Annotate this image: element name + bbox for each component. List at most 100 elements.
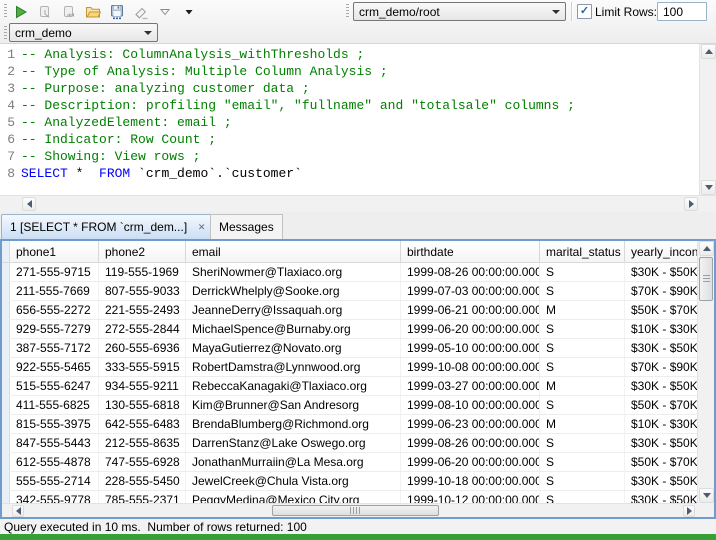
- clear-editor-icon[interactable]: [132, 3, 150, 21]
- column-header[interactable]: phone2: [99, 241, 186, 262]
- scroll-down-icon[interactable]: [699, 488, 714, 503]
- table-row[interactable]: 411-555-6825130-555-6818Kim@Brunner@San …: [2, 396, 697, 415]
- table-row[interactable]: 656-555-2272221-555-2493JeanneDerry@Issa…: [2, 301, 697, 320]
- column-header[interactable]: marital_status: [540, 241, 625, 262]
- code-text: -- AnalyzedElement: email ;: [21, 114, 232, 131]
- table-cell: Kim@Brunner@San Andresorg: [186, 396, 401, 414]
- table-cell: 411-555-6825: [10, 396, 99, 414]
- row-header: [2, 453, 10, 471]
- table-cell: $30K - $50K: [625, 434, 697, 452]
- run-step-icon[interactable]: [60, 3, 78, 21]
- table-row[interactable]: 929-555-7279272-555-2844MichaelSpence@Bu…: [2, 320, 697, 339]
- table-row[interactable]: 271-555-9715119-555-1969SheriNowmer@Tlax…: [2, 263, 697, 282]
- table-cell: 929-555-7279: [10, 320, 99, 338]
- table-cell: 1999-03-27 00:00:00.000: [401, 377, 540, 395]
- table-cell: 333-555-5915: [99, 358, 186, 376]
- run-query-icon[interactable]: [12, 3, 30, 21]
- table-cell: 1999-10-08 00:00:00.000: [401, 358, 540, 376]
- toolbar-grip[interactable]: [4, 26, 7, 41]
- table-cell: 272-555-2844: [99, 320, 186, 338]
- table-row[interactable]: 515-555-6247934-555-9211RebeccaKanagaki@…: [2, 377, 697, 396]
- results-vertical-scrollbar[interactable]: [697, 241, 714, 503]
- results-horizontal-scrollbar[interactable]: [10, 503, 697, 517]
- code-text: SELECT * FROM `crm_demo`.`customer`: [21, 165, 302, 182]
- table-cell: 1999-06-20 00:00:00.000: [401, 320, 540, 338]
- scroll-left-icon[interactable]: [22, 197, 36, 211]
- open-file-icon[interactable]: [84, 3, 102, 21]
- results-tabbar: 1 [SELECT * FROM `crm_dem...]✕Messages: [0, 212, 716, 239]
- table-cell: 642-555-6483: [99, 415, 186, 433]
- limit-rows-checkbox[interactable]: ✓: [577, 4, 592, 19]
- table-cell: $50K - $70K: [625, 453, 697, 471]
- column-header[interactable]: phone1: [10, 241, 99, 262]
- sql-editor-window: crm_demo crm_demo/root ✓ Limit Rows: 100…: [0, 0, 716, 540]
- save-icon[interactable]: [108, 3, 126, 21]
- editor-connection-combo[interactable]: crm_demo: [9, 23, 158, 42]
- sql-editor[interactable]: 1-- Analysis: ColumnAnalysis_withThresho…: [0, 44, 716, 195]
- table-cell: 515-555-6247: [10, 377, 99, 395]
- vertical-scroll-thumb[interactable]: [699, 257, 713, 301]
- table-row[interactable]: 612-555-4878747-555-6928JonathanMurraiin…: [2, 453, 697, 472]
- scroll-right-icon[interactable]: [683, 505, 695, 517]
- table-cell: M: [540, 415, 625, 433]
- code-line: 3-- Purpose: analyzing customer data ;: [0, 80, 699, 97]
- column-header[interactable]: email: [186, 241, 401, 262]
- table-cell: 922-555-5465: [10, 358, 99, 376]
- connection-combo[interactable]: crm_demo/root: [353, 2, 566, 21]
- editor-vertical-scrollbar[interactable]: [699, 44, 716, 195]
- tab-messages[interactable]: Messages: [210, 214, 283, 239]
- scroll-up-icon[interactable]: [699, 241, 714, 256]
- table-row[interactable]: 211-555-7669807-555-9033DerrickWhelply@S…: [2, 282, 697, 301]
- table-cell: 934-555-9211: [99, 377, 186, 395]
- table-cell: 342-555-9778: [10, 491, 99, 503]
- table-row[interactable]: 387-555-7172260-555-6936MayaGutierrez@No…: [2, 339, 697, 358]
- scroll-down-icon[interactable]: [701, 180, 716, 195]
- code-line: 8SELECT * FROM `crm_demo`.`customer`: [0, 165, 699, 182]
- toolbar-grip[interactable]: [4, 4, 7, 19]
- check-icon: ✓: [580, 6, 589, 17]
- run-selected-icon[interactable]: [36, 3, 54, 21]
- table-cell: S: [540, 434, 625, 452]
- chevron-down-icon: [144, 31, 152, 35]
- dropdown-outline-icon[interactable]: [156, 3, 174, 21]
- table-row[interactable]: 555-555-2714228-555-5450JewelCreek@Chula…: [2, 472, 697, 491]
- table-cell: S: [540, 263, 625, 281]
- table-cell: S: [540, 396, 625, 414]
- table-row[interactable]: 815-555-3975642-555-6483BrendaBlumberg@R…: [2, 415, 697, 434]
- scroll-left-icon[interactable]: [12, 505, 24, 517]
- close-tab-icon[interactable]: ✕: [194, 220, 209, 235]
- table-cell: 555-555-2714: [10, 472, 99, 490]
- scrollbar-corner: [2, 503, 10, 517]
- table-row[interactable]: 847-555-5443212-555-8635DarrenStanz@Lake…: [2, 434, 697, 453]
- table-cell: $30K - $50K: [625, 472, 697, 490]
- table-header-row: phone1phone2emailbirthdatemarital_status…: [2, 241, 697, 263]
- tab-results[interactable]: 1 [SELECT * FROM `crm_dem...]✕: [1, 214, 218, 239]
- table-row[interactable]: 342-555-9778785-555-2371PeggyMedina@Mexi…: [2, 491, 697, 503]
- status-bar: Query executed in 10 ms. Number of rows …: [0, 519, 716, 534]
- table-row[interactable]: 922-555-5465333-555-5915RobertDamstra@Ly…: [2, 358, 697, 377]
- column-header[interactable]: birthdate: [401, 241, 540, 262]
- scroll-up-icon[interactable]: [701, 44, 716, 59]
- toolbar-separator: [571, 2, 573, 21]
- row-header: [2, 434, 10, 452]
- row-header: [2, 472, 10, 490]
- table-cell: PeggyMedina@Mexico City.org: [186, 491, 401, 503]
- editor-horizontal-scrollbar[interactable]: [0, 195, 716, 212]
- line-number: 2: [0, 63, 15, 80]
- scroll-right-icon[interactable]: [684, 197, 698, 211]
- column-header[interactable]: yearly_incon: [625, 241, 697, 262]
- table-cell: MichaelSpence@Burnaby.org: [186, 320, 401, 338]
- line-number: 1: [0, 46, 15, 63]
- results-table: phone1phone2emailbirthdatemarital_status…: [0, 239, 716, 519]
- editor-lines[interactable]: 1-- Analysis: ColumnAnalysis_withThresho…: [0, 46, 699, 195]
- table-cell: S: [540, 320, 625, 338]
- table-cell: $10K - $30K: [625, 415, 697, 433]
- progress-strip: [0, 534, 716, 540]
- code-line: 4-- Description: profiling "email", "ful…: [0, 97, 699, 114]
- toolbar-menu-icon[interactable]: [180, 3, 198, 21]
- limit-rows-input[interactable]: 100: [657, 2, 707, 21]
- horizontal-scroll-thumb[interactable]: [272, 505, 439, 516]
- toolbar-grip[interactable]: [346, 4, 349, 19]
- code-text: -- Type of Analysis: Multiple Column Ana…: [21, 63, 388, 80]
- table-cell: 815-555-3975: [10, 415, 99, 433]
